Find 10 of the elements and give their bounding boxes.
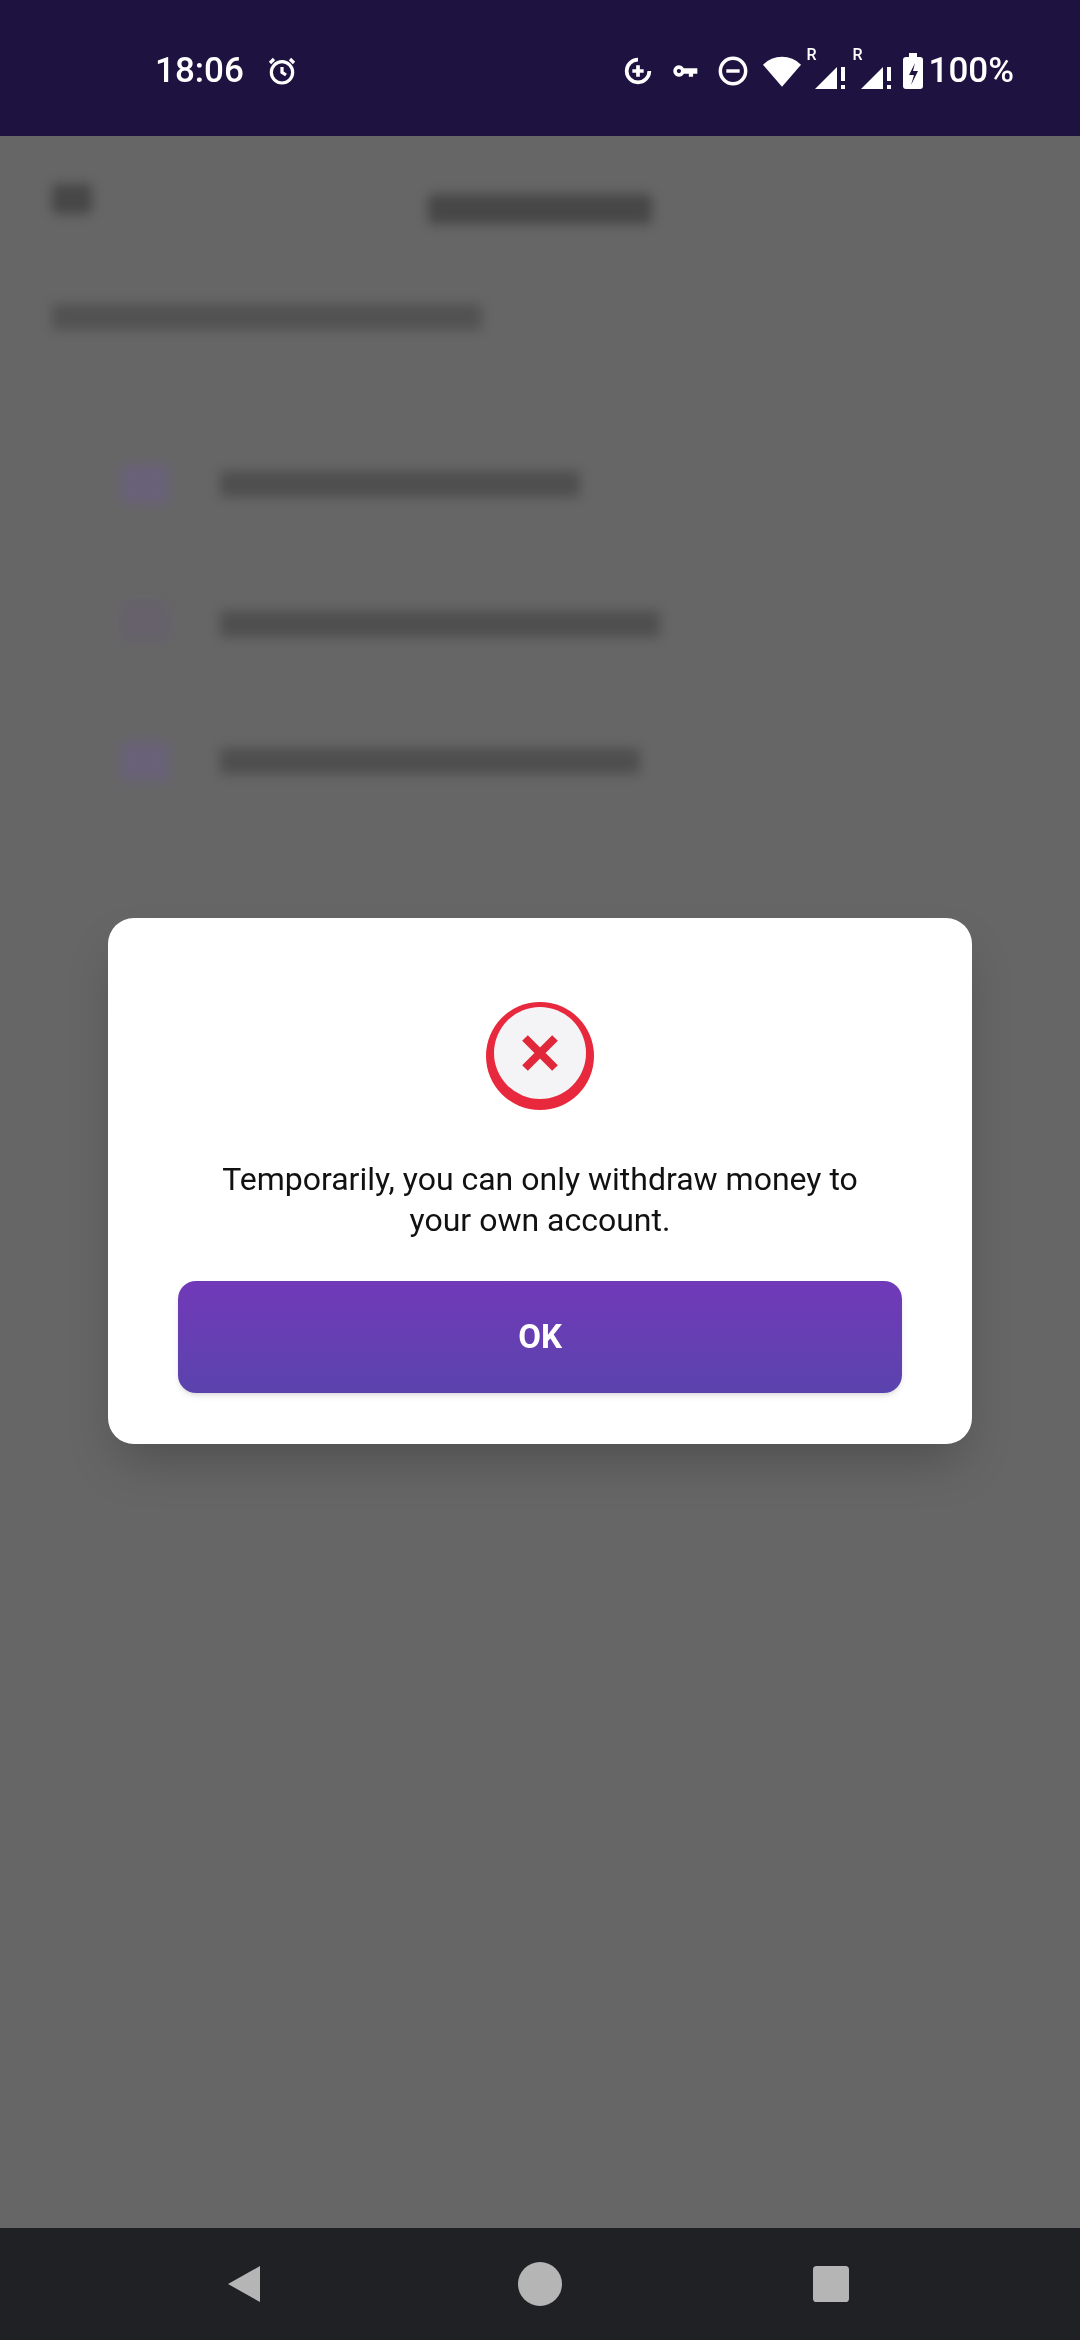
home-button[interactable] [518, 2262, 562, 2306]
battery-percentage: 100% [928, 48, 1014, 93]
battery-charging-icon [902, 53, 923, 89]
clock-time: 18:06 [155, 48, 244, 93]
wifi-icon [762, 54, 801, 88]
ok-button[interactable]: OK [178, 1281, 902, 1393]
roaming-indicator: R [806, 47, 817, 63]
do-not-disturb-icon [716, 55, 749, 87]
error-message: Temporarily, you can only withdraw money to your own account. [221, 1159, 859, 1241]
roaming-indicator: R [852, 47, 863, 63]
